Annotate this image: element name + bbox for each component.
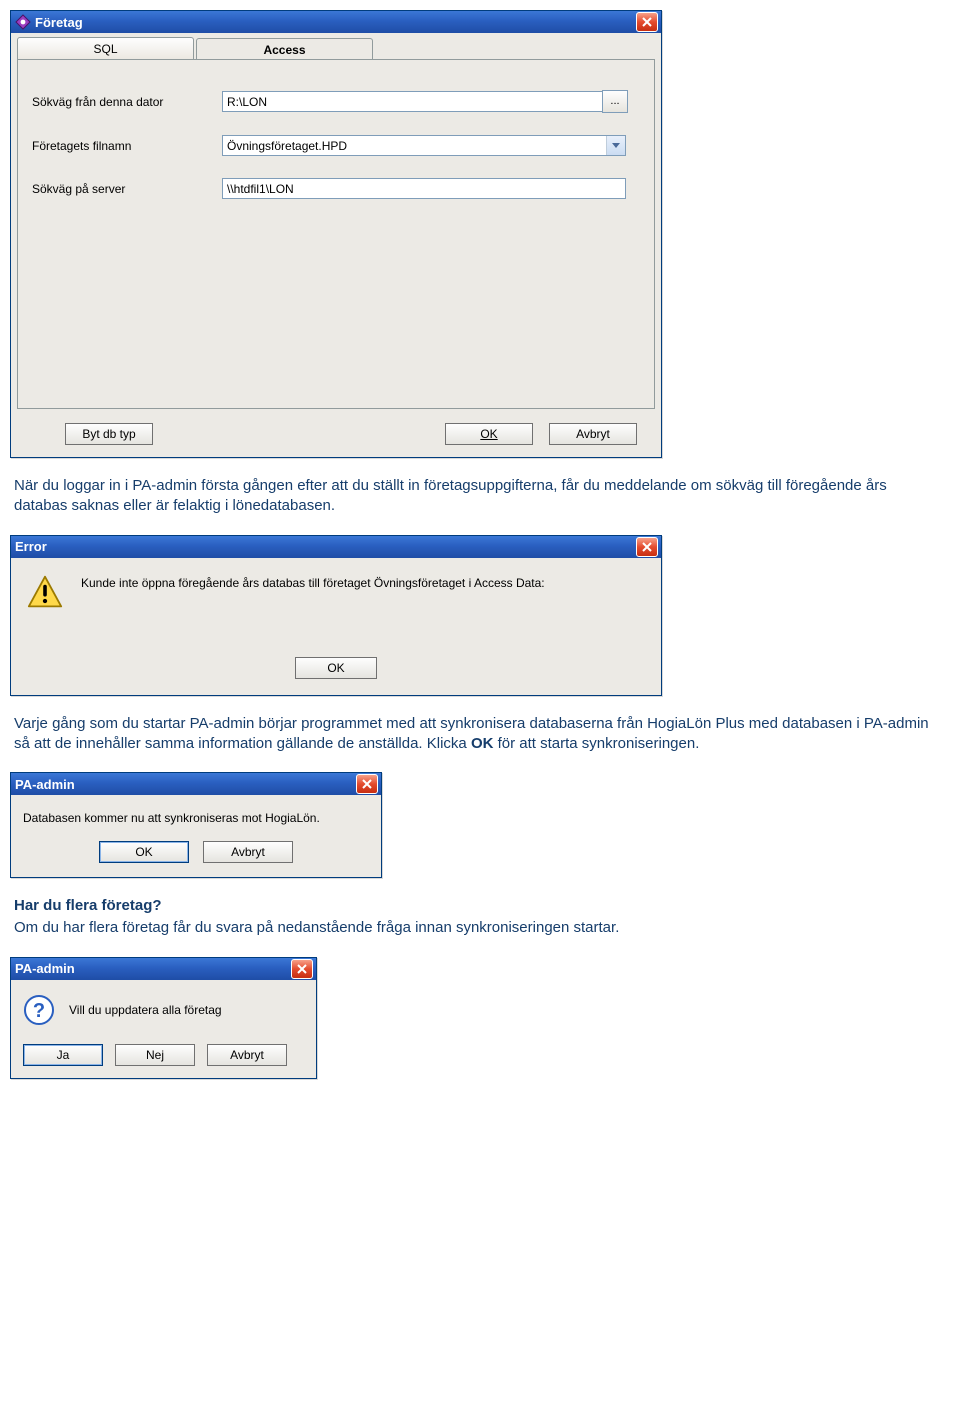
chevron-down-icon	[612, 143, 620, 149]
path-input[interactable]	[222, 91, 602, 112]
question-icon: ?	[23, 994, 55, 1026]
app-icon	[15, 14, 31, 30]
question-message: Vill du uppdatera alla företag	[69, 1003, 222, 1017]
titlebar[interactable]: PA-admin	[11, 958, 316, 980]
cancel-button[interactable]: Avbryt	[203, 841, 293, 863]
error-message: Kunde inte öppna föregående års databas …	[81, 574, 545, 590]
tab-panel-access: Sökväg från denna dator ... Företagets f…	[17, 59, 655, 409]
window-title: PA-admin	[15, 961, 291, 976]
cancel-button[interactable]: Avbryt	[549, 423, 637, 445]
yes-button[interactable]: Ja	[23, 1044, 103, 1066]
close-button[interactable]	[356, 774, 378, 794]
window-title: PA-admin	[15, 777, 356, 792]
browse-button[interactable]: ...	[602, 90, 628, 113]
close-button[interactable]	[636, 537, 658, 557]
heading-text: Har du flera företag?	[14, 897, 162, 914]
close-button[interactable]	[291, 959, 313, 979]
tab-access[interactable]: Access	[196, 38, 373, 60]
paragraph-1: När du loggar in i PA-admin första gånge…	[14, 476, 944, 517]
tab-sql[interactable]: SQL	[17, 37, 194, 59]
warning-icon	[27, 574, 63, 613]
heading-multiple-companies: Har du flera företag?	[14, 896, 944, 916]
error-dialog: Error Kunde inte öppna föregående års da…	[10, 535, 662, 696]
tab-row: SQL Access	[17, 37, 655, 59]
window-title: Företag	[35, 15, 636, 30]
window-title: Error	[15, 539, 636, 554]
ok-button[interactable]: OK	[445, 423, 533, 445]
ok-button[interactable]: OK	[99, 841, 189, 863]
svg-text:?: ?	[33, 1000, 45, 1022]
close-icon	[362, 779, 372, 789]
server-label: Sökväg på server	[32, 182, 222, 196]
cancel-button[interactable]: Avbryt	[207, 1044, 287, 1066]
pa-admin-sync-dialog: PA-admin Databasen kommer nu att synkron…	[10, 772, 382, 878]
server-input[interactable]	[222, 178, 626, 199]
foretag-dialog: Företag SQL Access Sökväg från denna dat…	[10, 10, 662, 458]
path-label: Sökväg från denna dator	[32, 95, 222, 109]
paragraph-2b: för att starta synkroniseringen.	[493, 735, 699, 752]
close-button[interactable]	[636, 12, 658, 32]
close-icon	[297, 964, 307, 974]
change-db-button[interactable]: Byt db typ	[65, 423, 153, 445]
titlebar[interactable]: Företag	[11, 11, 661, 33]
no-button[interactable]: Nej	[115, 1044, 195, 1066]
sync-message: Databasen kommer nu att synkroniseras mo…	[23, 811, 369, 825]
pa-admin-question-dialog: PA-admin ? Vill du uppdatera alla företa…	[10, 957, 317, 1079]
close-icon	[642, 17, 652, 27]
paragraph-2-bold: OK	[471, 735, 494, 752]
titlebar[interactable]: Error	[11, 536, 661, 558]
filename-combo[interactable]	[222, 135, 626, 156]
button-bar: Byt db typ OK Avbryt	[11, 415, 661, 457]
titlebar[interactable]: PA-admin	[11, 773, 381, 795]
filename-label: Företagets filnamn	[32, 139, 222, 153]
paragraph-3: Om du har flera företag får du svara på …	[14, 918, 944, 938]
combo-arrow-button[interactable]	[606, 136, 625, 155]
close-icon	[642, 542, 652, 552]
paragraph-2: Varje gång som du startar PA-admin börja…	[14, 714, 944, 755]
ok-button[interactable]: OK	[295, 657, 377, 679]
